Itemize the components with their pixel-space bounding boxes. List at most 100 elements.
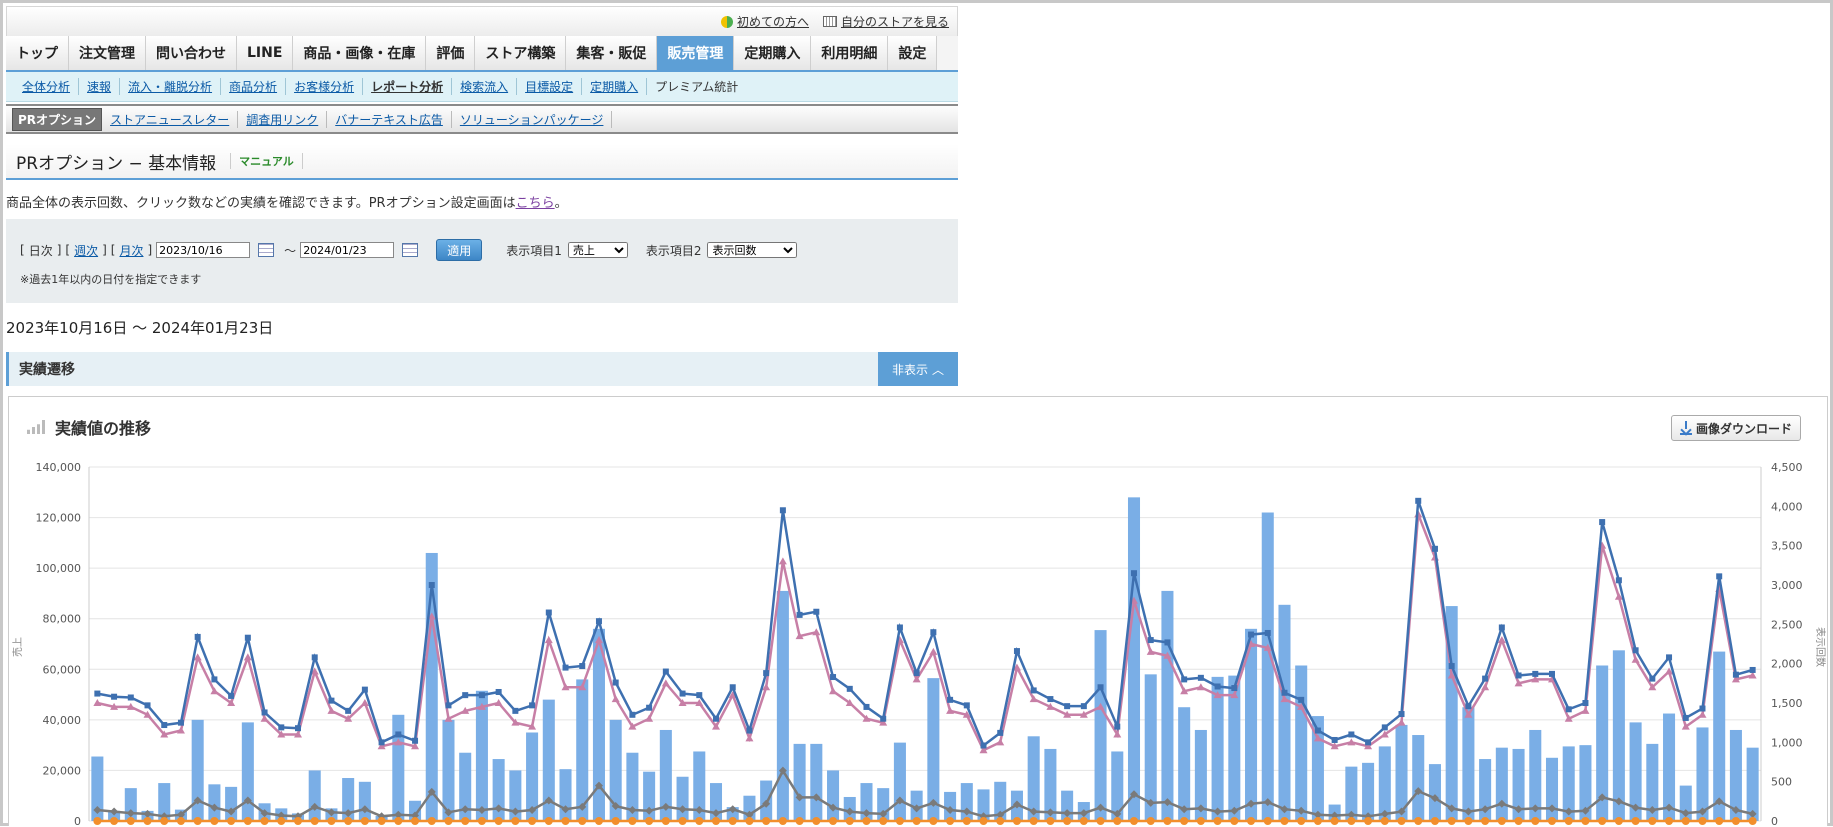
sales-bar [1261, 512, 1274, 821]
zero-series-point [1146, 817, 1155, 825]
subnav-item-1[interactable]: 速報 [79, 78, 121, 95]
bracket-open: [ [20, 243, 25, 257]
impressions-point [345, 707, 352, 714]
impressions-point [646, 704, 653, 711]
zero-series-point [895, 817, 904, 825]
zero-series-point [1046, 817, 1055, 825]
left-panel: 初めての方へ 自分のストアを見る トップ 注文管理 問い合わせ LINE 商品・画像・在… [6, 6, 958, 386]
zero-series-point [193, 817, 202, 825]
y-right-tick-label: 2,500 [1771, 618, 1803, 631]
zero-series-point [611, 817, 620, 825]
main-tab-2[interactable]: 問い合わせ [146, 36, 237, 70]
bracket-close: ] [56, 243, 62, 257]
impressions-point [161, 722, 168, 729]
zero-series-point [494, 817, 503, 825]
impressions-point [947, 696, 954, 703]
zero-series-point [210, 817, 219, 825]
main-tab-3[interactable]: LINE [237, 36, 294, 70]
zero-series-point [1347, 817, 1356, 825]
main-tab-1[interactable]: 注文管理 [69, 36, 146, 70]
sales-bar [793, 743, 806, 821]
hide-toggle-button[interactable]: 非表示 ︿ [877, 352, 958, 386]
sales-bar [1412, 735, 1425, 821]
impressions-point [779, 507, 786, 514]
manual-link[interactable]: マニュアル [230, 153, 303, 169]
impressions-point [729, 684, 736, 691]
zero-series-point [176, 817, 185, 825]
page-title: PRオプション − 基本情報 [16, 153, 217, 174]
zero-series-point [1464, 817, 1473, 825]
impressions-point [1515, 672, 1522, 679]
zero-series-point [912, 817, 921, 825]
zero-series-point [695, 817, 704, 825]
zero-series-point [294, 817, 302, 825]
subnav-item-2[interactable]: 流入・離脱分析 [120, 78, 222, 95]
impressions-point [1047, 696, 1054, 703]
impressions-point [679, 690, 686, 697]
main-tab-10[interactable]: 利用明細 [811, 36, 889, 70]
y-right-tick-label: 1,500 [1771, 697, 1803, 710]
weekly-link[interactable]: 週次 [74, 242, 98, 259]
zero-series-point [360, 817, 369, 825]
item2-select[interactable]: 表示回数 [707, 242, 798, 258]
main-tab-4[interactable]: 商品・画像・在庫 [293, 36, 427, 70]
impressions-point [228, 692, 235, 699]
date-to-input[interactable] [300, 242, 395, 258]
hide-label: 非表示 [891, 362, 928, 377]
zero-series-point [143, 817, 152, 825]
zero-series-point [1247, 817, 1256, 825]
zero-series-point [243, 817, 252, 825]
impressions-point [612, 679, 619, 686]
subnav-item-4[interactable]: お客様分析 [286, 78, 364, 95]
section-header: 実績遷移 非表示 ︿ [6, 352, 958, 386]
subnav-item-9[interactable]: プレミアム統計 [647, 78, 746, 95]
thirdnav-item-3[interactable]: バナーテキスト広告 [327, 110, 452, 128]
bracket-open: [ [110, 243, 116, 257]
main-tab-6[interactable]: ストア構築 [475, 36, 567, 70]
subnav-item-0[interactable]: 全体分析 [14, 78, 80, 95]
subnav-item-5[interactable]: レポート分析 [363, 78, 453, 95]
thirdnav-item-1[interactable]: ストアニュースレター [102, 110, 239, 128]
impressions-point [963, 702, 970, 709]
zero-series-point [594, 817, 603, 825]
main-tab-0[interactable]: トップ [6, 36, 69, 70]
first-time-link[interactable]: 初めての方へ [720, 13, 809, 30]
impressions-point [1080, 703, 1087, 710]
subnav-item-3[interactable]: 商品分析 [221, 78, 287, 95]
zero-series-point [962, 817, 971, 825]
monthly-link[interactable]: 月次 [119, 242, 143, 259]
zero-series-point [829, 817, 838, 825]
first-time-label: 初めての方へ [736, 15, 809, 29]
main-tab-11[interactable]: 設定 [888, 36, 938, 70]
bracket-close: ] [102, 243, 107, 257]
main-tab-5[interactable]: 評価 [426, 36, 476, 70]
subnav-item-6[interactable]: 検索流入 [452, 78, 518, 95]
thirdnav-item-0[interactable]: PRオプション [12, 107, 103, 131]
impressions-point [1298, 696, 1305, 703]
subnav-item-7[interactable]: 目標設定 [517, 78, 583, 95]
impressions-point [1231, 685, 1238, 692]
zero-series-point [929, 817, 938, 825]
sales-bar [1178, 707, 1191, 821]
main-tab-7[interactable]: 集客・販促 [566, 36, 658, 70]
sub-nav: 全体分析 速報 流入・離脱分析 商品分析 お客様分析 レポート分析 検索流入 目標設定 定期購入… [6, 72, 958, 102]
main-tab-8[interactable]: 販売管理 [657, 36, 735, 70]
date-from-input[interactable] [156, 242, 251, 258]
subnav-item-8[interactable]: 定期購入 [582, 78, 648, 95]
view-store-link[interactable]: 自分のストアを見る [822, 13, 949, 30]
clicks-point [929, 647, 938, 655]
calendar-icon[interactable] [258, 243, 275, 257]
zero-series-point [1213, 817, 1222, 825]
apply-button[interactable]: 適用 [436, 239, 483, 261]
impressions-point [830, 674, 837, 681]
impressions-point [328, 697, 335, 704]
settings-link[interactable]: こちら [516, 196, 555, 211]
impressions-point [177, 719, 184, 726]
calendar-icon[interactable] [402, 243, 419, 257]
impressions-point [1030, 687, 1037, 694]
item1-select[interactable]: 売上 [567, 242, 628, 258]
main-tab-9[interactable]: 定期購入 [734, 36, 812, 70]
thirdnav-item-4[interactable]: ソリューションパッケージ [452, 110, 613, 128]
clicks-point [996, 738, 1005, 746]
thirdnav-item-2[interactable]: 調査用リンク [238, 110, 328, 128]
